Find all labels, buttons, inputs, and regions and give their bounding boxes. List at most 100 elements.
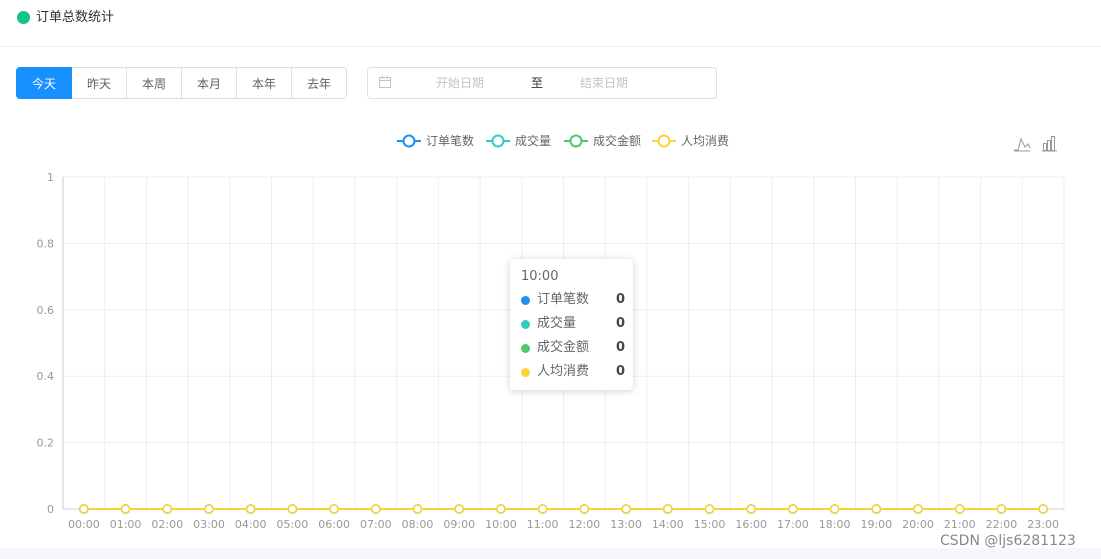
y-axis-ticks: 0 0.2 0.4 0.6 0.8 1 — [37, 171, 55, 516]
card-header: 订单总数统计 — [0, 0, 1101, 47]
data-point — [496, 504, 506, 514]
x-tick-label: 08:00 — [402, 518, 434, 531]
y-tick-label: 1 — [47, 171, 54, 184]
legend-label: 订单笔数 — [426, 133, 474, 148]
toolbox — [1014, 136, 1057, 152]
tooltip-series-name: 成交量 — [537, 316, 577, 331]
tooltip-series-value: 0 — [615, 364, 625, 379]
start-date-input[interactable]: 开始日期 — [436, 74, 484, 92]
data-point — [913, 504, 923, 514]
data-point — [245, 504, 256, 514]
x-tick-label: 02:00 — [151, 518, 183, 531]
x-tick-label: 17:00 — [777, 518, 809, 531]
period-button-group: 今天 昨天 本周 本月 本年 去年 — [16, 67, 347, 99]
tooltip-series-name: 人均消费 — [537, 364, 590, 379]
line-icon[interactable] — [1014, 137, 1031, 152]
status-dot — [17, 11, 30, 24]
data-point — [412, 504, 423, 514]
legend-item[interactable]: 成交量 — [486, 133, 551, 148]
x-tick-label: 07:00 — [360, 518, 392, 531]
data-point — [204, 504, 214, 514]
x-tick-label: 23:00 — [1027, 518, 1059, 531]
legend-label: 成交量 — [515, 133, 551, 148]
x-tick-label: 16:00 — [735, 518, 767, 531]
y-tick-label: 0.8 — [37, 237, 55, 250]
tooltip-title: 10:00 — [521, 269, 559, 284]
data-point — [454, 504, 464, 514]
tooltip-series-value: 0 — [615, 340, 625, 355]
range-separator: 至 — [531, 76, 544, 90]
x-tick-label: 05:00 — [277, 518, 309, 531]
period-button-this-year[interactable]: 本年 — [237, 67, 292, 99]
x-tick-label: 04:00 — [235, 518, 267, 531]
x-tick-label: 12:00 — [569, 518, 601, 531]
data-point — [79, 504, 89, 514]
period-button-this-week[interactable]: 本周 — [127, 67, 182, 99]
date-range-picker[interactable]: 开始日期 至 结束日期 — [367, 67, 717, 99]
y-tick-label: 0.4 — [37, 370, 55, 383]
y-tick-label: 0.6 — [37, 304, 55, 317]
x-tick-label: 03:00 — [193, 518, 225, 531]
x-tick-label: 14:00 — [652, 518, 684, 531]
data-point — [788, 504, 798, 514]
tooltip-row-volume: 成交量 0 — [521, 314, 625, 334]
x-tick-label: 19:00 — [860, 518, 892, 531]
x-tick-label: 20:00 — [902, 518, 934, 531]
data-point — [871, 504, 882, 514]
data-point — [329, 504, 339, 514]
chart-legend: 订单笔数 成交量 成交金额 人均消费 — [397, 133, 729, 148]
x-tick-label: 13:00 — [610, 518, 642, 531]
x-tick-label: 21:00 — [944, 518, 976, 531]
period-button-today[interactable]: 今天 — [16, 67, 72, 99]
tooltip-row-orders: 订单笔数 0 — [521, 290, 625, 310]
tooltip-series-value: 0 — [615, 292, 625, 307]
data-point — [663, 504, 673, 514]
end-date-input[interactable]: 结束日期 — [580, 74, 628, 92]
data-point — [287, 504, 298, 514]
data-point — [704, 504, 715, 514]
data-point — [579, 504, 590, 514]
bar-icon[interactable] — [1042, 136, 1057, 152]
series-dot — [521, 344, 530, 353]
period-button-last-year[interactable]: 去年 — [292, 67, 347, 99]
data-point — [996, 504, 1007, 514]
tooltip-row-avg: 人均消费 0 — [521, 362, 625, 382]
series-dot — [521, 368, 530, 377]
data-point — [1038, 504, 1048, 514]
y-tick-label: 0 — [47, 503, 54, 516]
x-tick-label: 18:00 — [819, 518, 851, 531]
x-axis-ticks: 00:00 01:00 02:00 03:00 04:00 05:00 06:00 07:00… — [68, 518, 1059, 531]
x-tick-label: 00:00 — [68, 518, 100, 531]
x-tick-label: 22:00 — [986, 518, 1018, 531]
legend-label: 成交金额 — [593, 133, 641, 148]
tooltip-series-name: 成交金额 — [537, 340, 590, 355]
order-stats-card: 订单总数统计 今天 昨天 本周 本月 本年 去年 开始日期 至 结束日期 0 0.… — [0, 0, 1101, 548]
period-button-this-month[interactable]: 本月 — [182, 67, 237, 99]
legend-label: 人均消费 — [681, 134, 729, 148]
legend-item[interactable]: 成交金额 — [564, 133, 641, 148]
legend-item[interactable]: 订单笔数 — [397, 133, 474, 148]
x-tick-label: 09:00 — [443, 518, 475, 531]
data-point — [954, 504, 965, 514]
watermark: CSDN @ljs6281123 — [940, 533, 1076, 549]
series-dot — [521, 296, 530, 305]
data-point — [162, 504, 173, 514]
tooltip-series-name: 订单笔数 — [537, 292, 590, 307]
data-point — [371, 504, 381, 514]
tooltip-row-amount: 成交金额 0 — [521, 338, 625, 358]
calendar-icon — [379, 76, 391, 88]
data-point — [621, 504, 631, 514]
y-tick-label: 0.2 — [37, 437, 55, 450]
card-title: 订单总数统计 — [36, 10, 115, 25]
x-tick-label: 11:00 — [527, 518, 559, 531]
legend-item[interactable]: 人均消费 — [652, 134, 729, 148]
x-tick-label: 06:00 — [318, 518, 350, 531]
period-button-yesterday[interactable]: 昨天 — [72, 67, 127, 99]
tooltip-series-value: 0 — [615, 316, 625, 331]
data-point — [537, 504, 548, 514]
data-point — [120, 504, 131, 514]
chart-tooltip: 10:00 订单笔数 0 成交量 0 成交金额 0 人均消费 0 — [510, 259, 633, 390]
data-point — [829, 504, 840, 514]
x-tick-label: 10:00 — [485, 518, 517, 531]
x-tick-label: 01:00 — [110, 518, 142, 531]
